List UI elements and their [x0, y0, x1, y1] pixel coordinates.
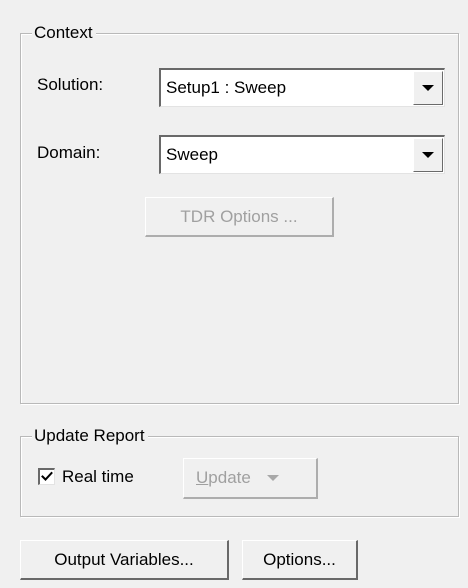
- output-variables-button[interactable]: Output Variables...: [20, 540, 229, 580]
- chevron-down-icon: [266, 475, 279, 481]
- domain-label: Domain:: [37, 143, 101, 162]
- solution-dropdown-value: Setup1 : Sweep: [166, 78, 287, 97]
- checkmark-icon: [41, 471, 53, 481]
- update-button-label: Update: [196, 468, 251, 487]
- domain-dropdown[interactable]: Sweep: [159, 135, 445, 174]
- solution-dropdown[interactable]: Setup1 : Sweep: [159, 68, 445, 107]
- domain-dropdown-value: Sweep: [166, 145, 218, 164]
- domain-dropdown-button[interactable]: [413, 138, 443, 172]
- update-button[interactable]: Update: [183, 458, 318, 499]
- tdr-options-button-label: TDR Options ...: [180, 206, 298, 226]
- options-button-label: Options...: [263, 549, 336, 569]
- output-variables-button-label: Output Variables...: [54, 549, 194, 569]
- realtime-label[interactable]: Real time: [62, 466, 134, 488]
- options-button[interactable]: Options...: [242, 540, 358, 580]
- context-group-label: Context: [32, 22, 96, 44]
- realtime-checkbox[interactable]: [38, 468, 55, 485]
- chevron-down-icon: [422, 152, 434, 158]
- update-report-group-label: Update Report: [32, 425, 148, 447]
- solution-label: Solution:: [37, 75, 104, 94]
- solution-dropdown-button[interactable]: [413, 71, 443, 105]
- chevron-down-icon: [422, 85, 434, 91]
- tdr-options-button[interactable]: TDR Options ...: [145, 197, 334, 237]
